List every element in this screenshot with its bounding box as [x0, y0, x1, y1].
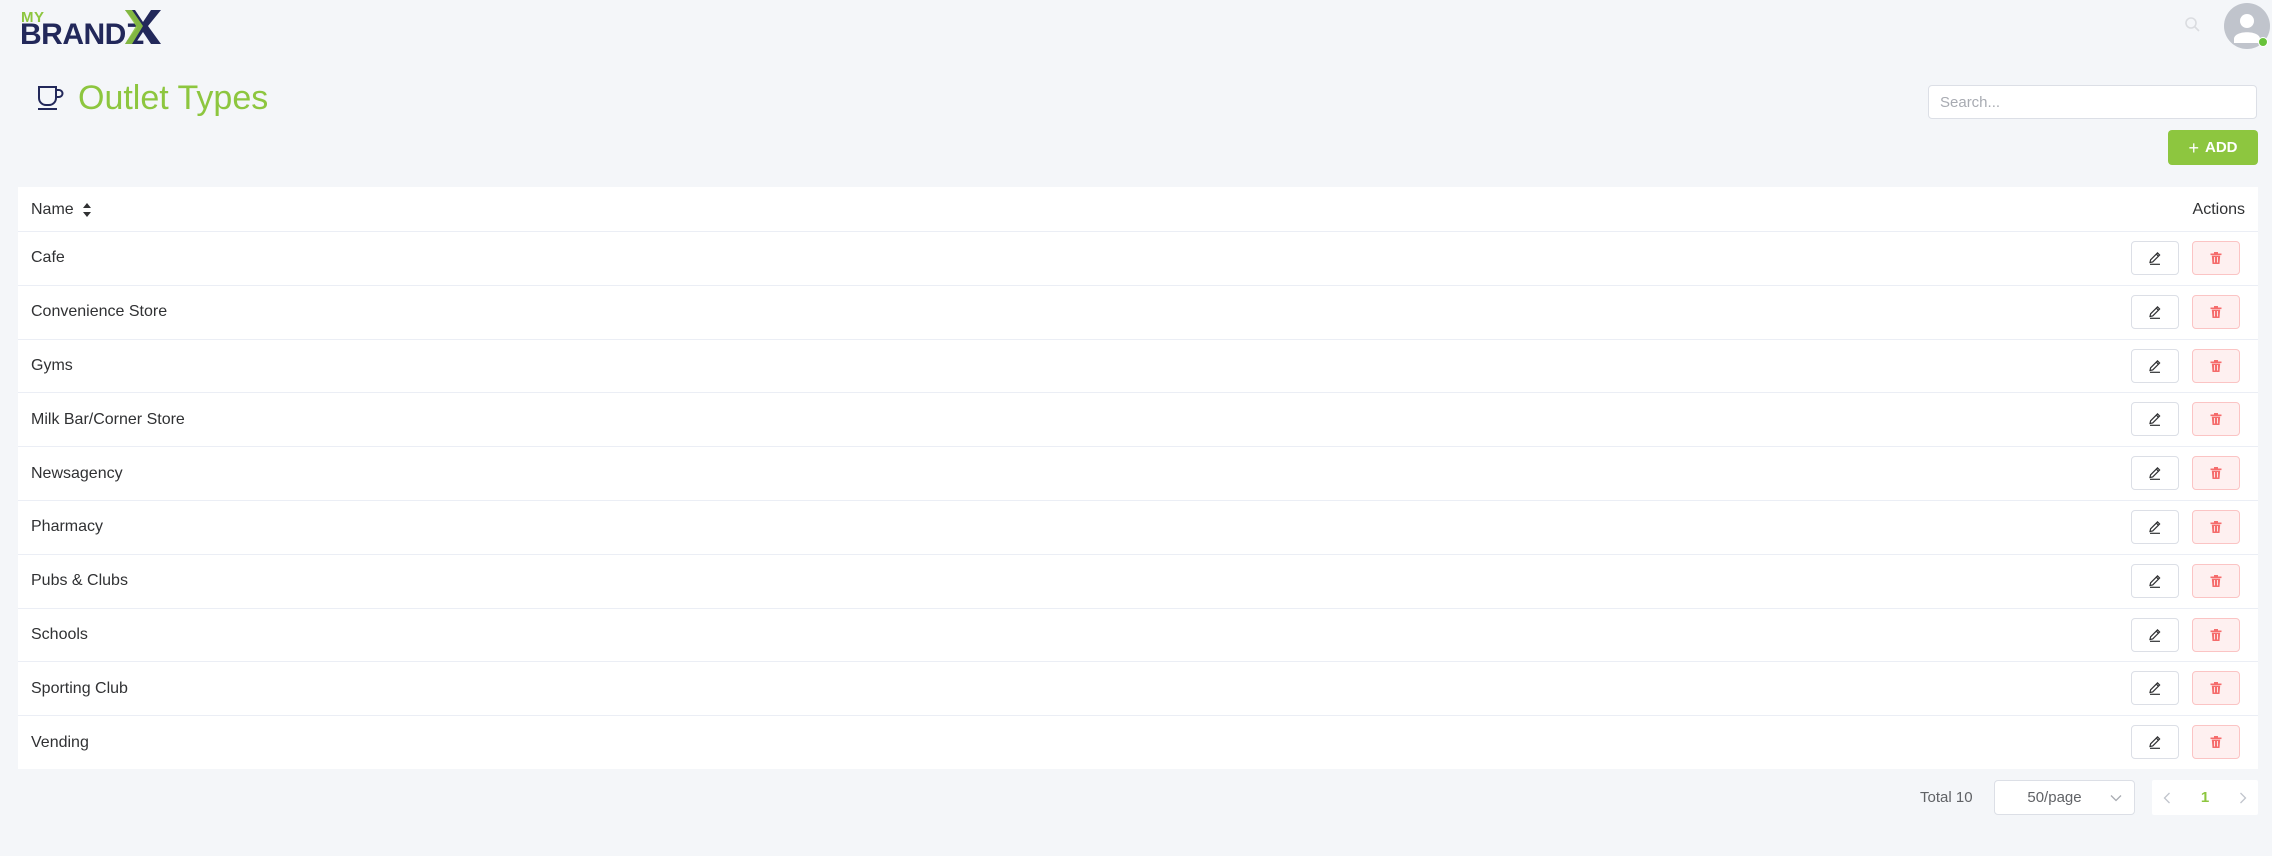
- edit-button[interactable]: [2131, 241, 2179, 275]
- trash-icon: [2210, 305, 2222, 318]
- delete-button[interactable]: [2192, 348, 2240, 383]
- chevron-right-icon: [2240, 792, 2247, 803]
- pencil-icon: [2149, 252, 2161, 265]
- page-number-current[interactable]: 1: [2182, 789, 2228, 806]
- plus-icon: +: [2188, 137, 2199, 158]
- delete-button[interactable]: [2192, 563, 2240, 598]
- search-icon[interactable]: [2184, 16, 2200, 32]
- top-bar: MY BRANDZ: [0, 0, 2272, 54]
- edit-button[interactable]: [2131, 671, 2179, 706]
- sort-icon[interactable]: [82, 202, 92, 218]
- table-row: Schools: [18, 609, 2258, 663]
- pencil-icon: [2149, 467, 2161, 481]
- delete-button[interactable]: [2192, 294, 2240, 329]
- edit-button[interactable]: [2131, 348, 2179, 383]
- pencil-icon: [2149, 628, 2161, 642]
- add-button-label: ADD: [2205, 139, 2238, 156]
- trash-icon: [2210, 574, 2222, 587]
- table-row: Vending: [18, 716, 2258, 770]
- edit-button[interactable]: [2131, 294, 2179, 329]
- trash-icon: [2210, 682, 2222, 695]
- cell-name: Vending: [31, 734, 89, 752]
- table-row: Convenience Store: [18, 286, 2258, 340]
- search-input[interactable]: [1928, 85, 2257, 119]
- column-header-actions: Actions: [2192, 200, 2245, 218]
- page-size-value: 50/page: [2027, 789, 2082, 806]
- pencil-icon: [2149, 521, 2161, 534]
- pencil-icon: [2149, 359, 2161, 373]
- cell-name: Pharmacy: [31, 518, 104, 536]
- column-header-name-label: Name: [31, 200, 74, 218]
- delete-button[interactable]: [2192, 725, 2240, 760]
- edit-button[interactable]: [2131, 725, 2179, 760]
- trash-icon: [2210, 467, 2222, 480]
- cell-name: Gyms: [31, 356, 73, 374]
- pagination: 1: [2152, 780, 2258, 815]
- delete-button[interactable]: [2192, 671, 2240, 706]
- trash-icon: [2210, 413, 2222, 426]
- table-row: Gyms: [18, 340, 2258, 394]
- pencil-icon: [2149, 736, 2161, 750]
- pencil-icon: [2149, 305, 2161, 319]
- delete-button[interactable]: [2192, 509, 2240, 544]
- table-row: Pubs & Clubs: [18, 555, 2258, 609]
- pencil-icon: [2149, 413, 2161, 427]
- page-title: Outlet Types: [78, 78, 269, 117]
- cell-name: Sporting Club: [31, 679, 128, 697]
- trash-icon: [2210, 628, 2222, 641]
- cell-name: Newsagency: [31, 464, 123, 482]
- add-button[interactable]: + ADD: [2168, 130, 2258, 165]
- table-row: Newsagency: [18, 447, 2258, 501]
- page-size-select[interactable]: 50/page: [1994, 780, 2135, 815]
- prev-page-button[interactable]: [2152, 780, 2182, 815]
- chevron-left-icon: [2163, 792, 2170, 803]
- edit-button[interactable]: [2131, 402, 2179, 437]
- pencil-icon: [2149, 574, 2161, 588]
- column-header-name[interactable]: Name: [31, 187, 92, 232]
- edit-button[interactable]: [2131, 456, 2179, 491]
- table-row: Sporting Club: [18, 662, 2258, 717]
- online-status-dot: [2258, 37, 2268, 47]
- trash-icon: [2210, 359, 2222, 372]
- delete-button[interactable]: [2192, 617, 2240, 652]
- trash-icon: [2210, 520, 2222, 533]
- next-page-button[interactable]: [2228, 780, 2258, 815]
- table-body: Cafe Convenience Store Gyms Milk Bar/Cor…: [18, 232, 2258, 770]
- edit-button[interactable]: [2131, 617, 2179, 652]
- coffee-cup-icon: [38, 86, 64, 110]
- chevron-down-icon: [2110, 795, 2122, 802]
- table-row: Cafe: [18, 232, 2258, 286]
- trash-icon: [2210, 736, 2222, 749]
- cell-name: Cafe: [31, 249, 65, 267]
- cell-name: Milk Bar/Corner Store: [31, 410, 185, 428]
- delete-button[interactable]: [2192, 402, 2240, 437]
- cell-name: Schools: [31, 625, 88, 643]
- page-header: Outlet Types: [34, 76, 268, 120]
- delete-button[interactable]: [2192, 241, 2240, 275]
- trash-icon: [2210, 252, 2222, 264]
- edit-button[interactable]: [2131, 509, 2179, 544]
- logo-x-mark: [125, 10, 161, 44]
- edit-button[interactable]: [2131, 563, 2179, 598]
- table-row: Milk Bar/Corner Store: [18, 393, 2258, 448]
- cell-name: Convenience Store: [31, 303, 168, 321]
- delete-button[interactable]: [2192, 456, 2240, 491]
- pencil-icon: [2149, 682, 2161, 696]
- outlet-types-table: Name Actions Cafe Convenience Store Gyms…: [18, 187, 2258, 769]
- table-header: Name Actions: [18, 187, 2258, 232]
- total-count: Total 10: [1920, 789, 1973, 806]
- table-row: Pharmacy: [18, 501, 2258, 555]
- cell-name: Pubs & Clubs: [31, 572, 128, 590]
- brand-logo[interactable]: MY BRANDZ: [20, 6, 180, 50]
